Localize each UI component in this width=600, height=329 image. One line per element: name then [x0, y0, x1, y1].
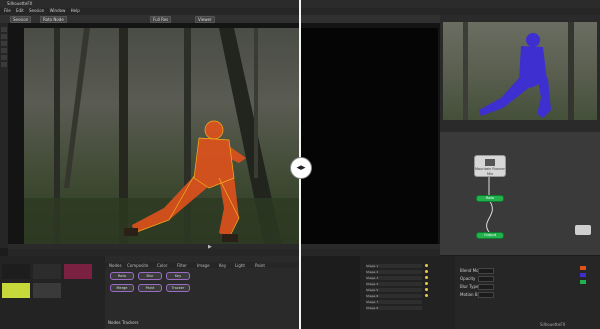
- flow-navigator[interactable]: [575, 225, 591, 235]
- viewer-matte[interactable]: [300, 28, 438, 245]
- node-pill-paint[interactable]: Paint: [138, 284, 162, 292]
- output-node[interactable]: Output: [476, 232, 504, 239]
- zoom-tool-icon[interactable]: [1, 62, 7, 67]
- tab-nodes[interactable]: Nodes: [109, 263, 122, 268]
- media-thumbnail[interactable]: [64, 264, 92, 279]
- secondary-viewer-image[interactable]: [443, 22, 597, 120]
- node-pill-roto[interactable]: Roto: [110, 272, 134, 280]
- visibility-icon[interactable]: [425, 294, 428, 297]
- tool-strip: [0, 23, 8, 248]
- node-color-swatch[interactable]: [580, 280, 586, 284]
- media-thumbnail[interactable]: [2, 264, 30, 279]
- toolbar-chip-1[interactable]: Roto Node: [40, 16, 67, 23]
- media-thumbnail[interactable]: [2, 283, 30, 298]
- menu-file[interactable]: File: [4, 8, 11, 13]
- menu-session[interactable]: Session: [29, 8, 44, 13]
- visibility-icon[interactable]: [425, 264, 428, 267]
- status-text: SilhouetteFX: [540, 322, 566, 327]
- object-row[interactable]: Shape 5: [366, 288, 422, 292]
- motion-blur-field[interactable]: [478, 292, 494, 298]
- tab-composite[interactable]: Composite: [127, 263, 148, 268]
- select-tool-icon[interactable]: [1, 27, 7, 32]
- param-label: Opacity: [460, 276, 476, 281]
- transform-tool-icon[interactable]: [1, 55, 7, 60]
- blend-mode-select[interactable]: [478, 268, 494, 274]
- media-node-label: Mountain Runner Mix: [475, 167, 505, 176]
- tab-paint[interactable]: Paint: [255, 263, 265, 268]
- object-row[interactable]: Shape 6: [366, 294, 422, 298]
- media-thumbnail[interactable]: [33, 283, 61, 298]
- magnet-tool-icon[interactable]: [1, 48, 7, 53]
- object-row[interactable]: Shape 3: [366, 276, 422, 280]
- visibility-icon[interactable]: [425, 270, 428, 273]
- bottom-tab-nodes[interactable]: Nodes: [108, 320, 121, 325]
- compare-handle-icon[interactable]: ◂▸: [290, 157, 312, 179]
- node-pill-key[interactable]: Key: [166, 272, 190, 280]
- tab-image[interactable]: Image: [197, 263, 210, 268]
- forest-scene: [24, 28, 300, 245]
- node-category-tabs: Nodes Composite Color Filter Image Key L…: [105, 262, 300, 268]
- media-node[interactable]: Mountain Runner Mix: [474, 155, 506, 177]
- param-label: Blur Type: [460, 284, 479, 289]
- tab-color[interactable]: Color: [157, 263, 167, 268]
- tab-key[interactable]: Key: [219, 263, 226, 268]
- color-panel: [543, 256, 600, 329]
- object-row[interactable]: Shape 1: [366, 264, 422, 268]
- node-pill-merge[interactable]: Merge: [110, 284, 134, 292]
- viewer-image[interactable]: [24, 28, 300, 245]
- object-row[interactable]: Shape 7: [366, 300, 422, 304]
- media-thumbnail[interactable]: [33, 264, 61, 279]
- node-connections: [486, 175, 493, 233]
- node-pill-tracker[interactable]: Tracker: [166, 284, 190, 292]
- matte-color-swatch[interactable]: [580, 273, 586, 277]
- visibility-icon[interactable]: [425, 288, 428, 291]
- blur-type-select[interactable]: [478, 284, 494, 290]
- visibility-icon[interactable]: [425, 282, 428, 285]
- node-pill-blur[interactable]: Blur: [138, 272, 162, 280]
- opacity-field[interactable]: [478, 276, 494, 282]
- tab-filter[interactable]: Filter: [177, 263, 187, 268]
- window-title: SilhouetteFX: [7, 1, 33, 6]
- tab-light[interactable]: Light: [235, 263, 245, 268]
- shape-color-swatch[interactable]: [580, 266, 586, 270]
- bottom-tab-trackers[interactable]: Trackers: [122, 320, 139, 325]
- toolbar-chip-2[interactable]: Full Res: [150, 16, 172, 23]
- menu-window[interactable]: Window: [50, 8, 66, 13]
- menu-edit[interactable]: Edit: [16, 8, 24, 13]
- roto-node[interactable]: Roto: [476, 195, 504, 202]
- menu-help[interactable]: Help: [71, 8, 80, 13]
- matte-preview: [463, 22, 574, 120]
- bspline-tool-icon[interactable]: [1, 34, 7, 39]
- visibility-icon[interactable]: [425, 276, 428, 279]
- media-node-icon: [485, 159, 495, 166]
- toolbar-chip-3[interactable]: Viewer: [195, 16, 215, 23]
- object-row[interactable]: Shape 8: [366, 306, 422, 310]
- toolbar-chip-0[interactable]: Session: [10, 16, 32, 23]
- viewer-status-bar: [8, 249, 440, 256]
- object-row[interactable]: Shape 2: [366, 270, 422, 274]
- object-row[interactable]: Shape 4: [366, 282, 422, 286]
- xspline-tool-icon[interactable]: [1, 41, 7, 46]
